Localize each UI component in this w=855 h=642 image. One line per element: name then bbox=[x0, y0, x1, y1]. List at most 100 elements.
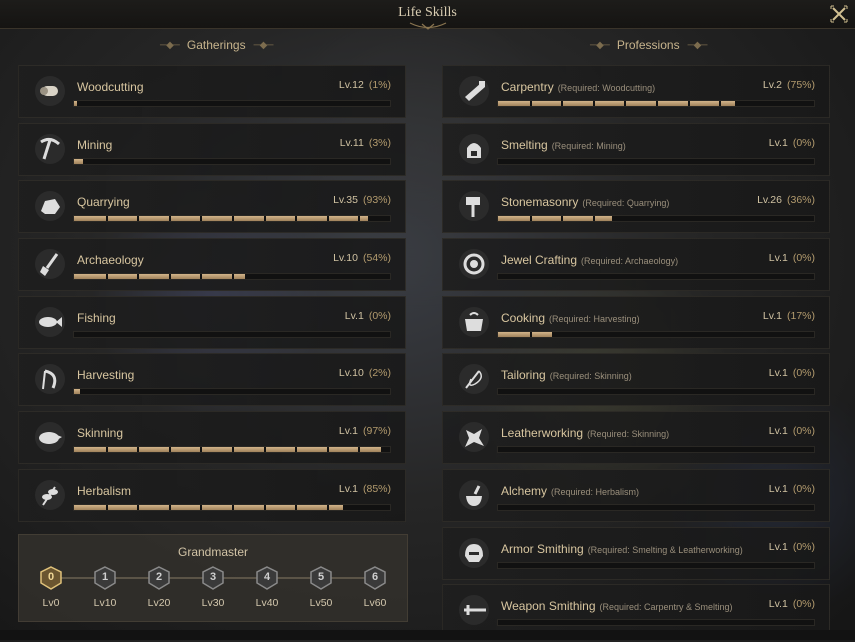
skill-row-cooking[interactable]: Cooking (Required: Harvesting) Lv.1 (17%) bbox=[442, 295, 830, 349]
skill-level-value: Lv.1 bbox=[762, 309, 782, 322]
progress-segment-divider bbox=[200, 504, 203, 510]
skill-level-value: Lv.1 bbox=[768, 540, 788, 553]
progress-segment-divider bbox=[624, 562, 627, 568]
skill-row-archaeology[interactable]: Archaeology Lv.10 (54%) bbox=[18, 238, 406, 292]
skill-level-value: Lv.1 bbox=[768, 598, 788, 611]
skill-row-harvesting[interactable]: Harvesting Lv.10 (2%) bbox=[18, 353, 406, 407]
progress-segment-divider bbox=[750, 216, 753, 222]
skill-progress-bar bbox=[497, 446, 815, 454]
skill-name: Alchemy (Required: Herbalism) bbox=[501, 484, 639, 498]
progress-segment-divider bbox=[719, 389, 722, 395]
tier-number: 2 bbox=[155, 571, 163, 583]
skill-level: Lv.1 (85%) bbox=[339, 483, 391, 495]
skill-percent: (3%) bbox=[368, 136, 391, 149]
progress-segment-divider bbox=[592, 562, 595, 568]
skill-name: Quarrying bbox=[77, 195, 130, 209]
skill-percent: (93%) bbox=[362, 194, 391, 207]
skill-row-alchemy[interactable]: Alchemy (Required: Herbalism) Lv.1 (0%) bbox=[442, 468, 830, 522]
skill-row-quarrying[interactable]: Quarrying Lv.35 (93%) bbox=[18, 180, 406, 234]
progress-segment-divider bbox=[687, 620, 690, 626]
progress-segment-divider bbox=[529, 101, 532, 106]
progress-segment-divider bbox=[326, 447, 329, 453]
progress-segment-divider bbox=[592, 620, 595, 626]
skill-name-label: Harvesting bbox=[77, 368, 135, 383]
skill-row-jewel-crafting[interactable]: Jewel Crafting (Required: Archaeology) Lv.… bbox=[442, 238, 830, 292]
skill-name: Herbalism bbox=[77, 484, 131, 498]
progress-segment-divider bbox=[232, 447, 234, 453]
skill-level: Lv.10 (54%) bbox=[333, 252, 391, 264]
progress-segment-divider bbox=[105, 504, 108, 510]
skill-percent: (0%) bbox=[792, 425, 815, 438]
progress-segment-divider bbox=[326, 504, 329, 510]
progress-segment-divider bbox=[561, 158, 564, 164]
skill-row-smelting[interactable]: Smelting (Required: Mining) Lv.1 (0%) bbox=[442, 122, 830, 176]
skill-name-label: Alchemy bbox=[501, 483, 548, 498]
grandmaster-tier-3[interactable]: 3 bbox=[200, 565, 226, 591]
grandmaster-tier-1[interactable]: 1 bbox=[92, 565, 118, 591]
skill-name-label: Fishing bbox=[77, 310, 116, 325]
professions-list: Carpentry (Required: Woodcutting) Lv.2 (75%… bbox=[442, 65, 830, 642]
progress-segment-divider bbox=[200, 389, 203, 395]
skill-level: Lv.1 (0%) bbox=[769, 598, 815, 610]
progress-segment-divider bbox=[656, 158, 658, 164]
skill-requirement: (Required: Herbalism) bbox=[551, 486, 640, 497]
skill-name-label: Leatherworking bbox=[501, 426, 584, 441]
bottom-strip bbox=[0, 630, 855, 640]
tier-label: Lv60 bbox=[363, 597, 387, 609]
skill-level: Lv.1 (0%) bbox=[769, 137, 815, 149]
progress-segment-divider bbox=[200, 158, 203, 164]
close-button[interactable] bbox=[829, 4, 849, 24]
skill-row-leatherworking[interactable]: Leatherworking (Required: Skinning) Lv.1 (0… bbox=[442, 411, 830, 465]
grandmaster-tier-6[interactable]: 6 bbox=[362, 565, 388, 591]
skill-percent: (0%) bbox=[792, 252, 815, 265]
skill-row-stonemasonry[interactable]: Stonemasonry (Required: Quarrying) Lv.26 (3… bbox=[442, 180, 830, 234]
grandmaster-tier-5[interactable]: 5 bbox=[308, 565, 334, 591]
progress-segment-divider bbox=[750, 331, 753, 337]
skill-progress-fill bbox=[498, 101, 735, 106]
progress-segment-divider bbox=[592, 274, 595, 280]
progress-segment-divider bbox=[592, 331, 595, 337]
skill-row-woodcutting[interactable]: Woodcutting Lv.12 (1%) bbox=[18, 65, 406, 118]
progress-segment-divider bbox=[656, 620, 658, 626]
progress-segment-divider bbox=[782, 101, 785, 106]
skill-row-skinning[interactable]: Skinning Lv.1 (97%) bbox=[18, 411, 406, 465]
skill-name: Harvesting bbox=[77, 368, 134, 382]
grandmaster-tier-4[interactable]: 4 bbox=[254, 565, 280, 591]
skill-row-armor-smithing[interactable]: Armor Smithing (Required: Smelting & Leat… bbox=[442, 526, 830, 580]
skill-name: Stonemasonry (Required: Quarrying) bbox=[501, 195, 669, 209]
progress-segment-divider bbox=[529, 331, 532, 337]
skill-row-tailoring[interactable]: Tailoring (Required: Skinning) Lv.1 (0%) bbox=[442, 353, 830, 407]
progress-segment-divider bbox=[719, 331, 722, 337]
progress-segment-divider bbox=[687, 504, 690, 510]
progress-segment-divider bbox=[105, 216, 108, 222]
skill-row-mining[interactable]: Mining Lv.11 (3%) bbox=[18, 122, 406, 176]
grandmaster-panel: Grandmaster 0 Lv0 1 Lv10 2 Lv20 3 Lv30 4 Lv40 5 Lv5… bbox=[18, 534, 408, 622]
progress-segment-divider bbox=[295, 504, 298, 510]
progress-segment-divider bbox=[105, 389, 108, 395]
progress-segment-divider bbox=[137, 101, 140, 106]
sword-icon bbox=[457, 593, 491, 627]
skill-name: Leatherworking (Required: Skinning) bbox=[501, 426, 669, 440]
skill-percent: (0%) bbox=[792, 598, 815, 611]
progress-segment-divider bbox=[105, 158, 108, 164]
skill-progress-bar bbox=[497, 503, 815, 511]
skill-percent: (1%) bbox=[368, 79, 391, 91]
skill-name: Armor Smithing (Required: Smelting & Leat… bbox=[501, 542, 743, 556]
grandmaster-tier-2[interactable]: 2 bbox=[146, 565, 172, 591]
progress-segment-divider bbox=[592, 447, 595, 453]
grandmaster-tier-0[interactable]: 0 bbox=[38, 565, 64, 591]
tier-number: 5 bbox=[317, 571, 325, 583]
progress-segment-divider bbox=[656, 331, 658, 337]
skill-row-herbalism[interactable]: Herbalism Lv.1 (85%) bbox=[18, 468, 406, 522]
skill-row-fishing[interactable]: Fishing Lv.1 (0%) bbox=[18, 295, 406, 349]
progress-segment-divider bbox=[592, 216, 595, 222]
skill-name-label: Carpentry bbox=[501, 80, 554, 94]
skill-row-carpentry[interactable]: Carpentry (Required: Woodcutting) Lv.2 (75%… bbox=[442, 65, 830, 118]
progress-segment-divider bbox=[529, 216, 532, 222]
furnace-icon bbox=[457, 132, 491, 166]
tier-label: Lv0 bbox=[42, 597, 60, 609]
skill-level-value: Lv.10 bbox=[333, 252, 358, 265]
log-icon bbox=[33, 74, 67, 108]
progress-segment-divider bbox=[561, 331, 564, 337]
progress-segment-divider bbox=[719, 620, 722, 626]
